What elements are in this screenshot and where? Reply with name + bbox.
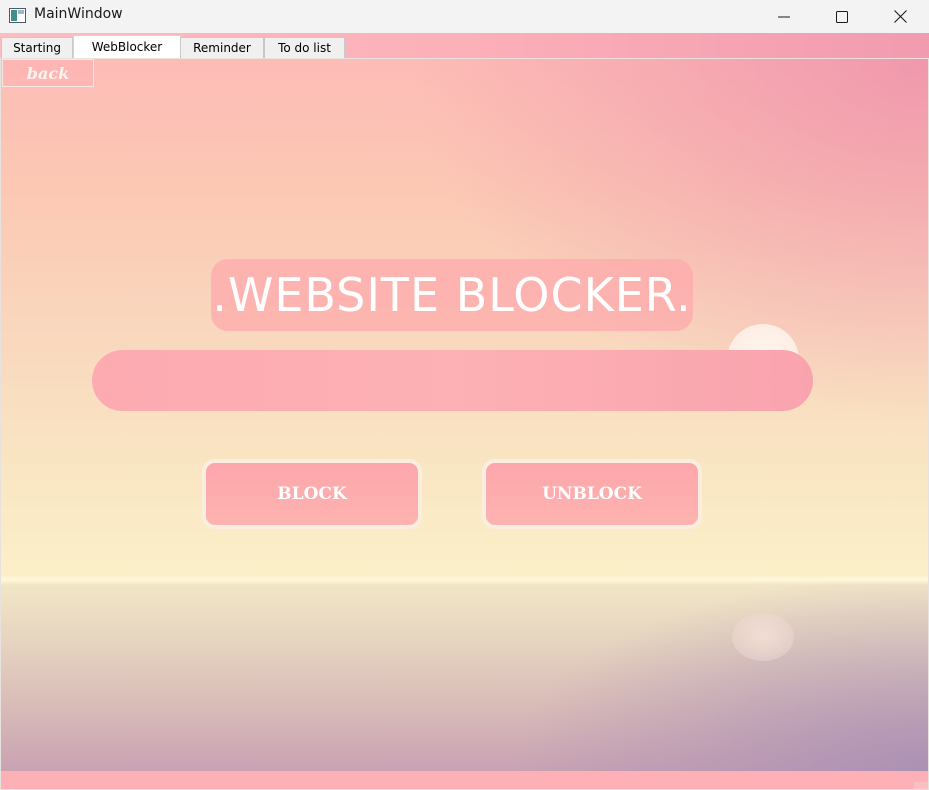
website-url-input[interactable] <box>92 350 813 411</box>
webblocker-page: back .WEBSITE BLOCKER. BLOCK UNBLOCK <box>0 58 929 790</box>
window-title: MainWindow <box>34 6 123 22</box>
app-window-icon <box>9 8 26 23</box>
back-button[interactable]: back <box>2 59 94 87</box>
minimize-button[interactable] <box>755 0 813 33</box>
horizon-glow <box>1 575 928 585</box>
tab-webblocker[interactable]: WebBlocker <box>73 35 181 58</box>
close-button[interactable] <box>871 0 929 33</box>
unblock-button[interactable]: UNBLOCK <box>482 459 702 529</box>
block-button[interactable]: BLOCK <box>202 459 422 529</box>
page-title: .WEBSITE BLOCKER. <box>211 259 693 331</box>
maximize-button[interactable] <box>813 0 871 33</box>
minimize-icon <box>778 16 790 17</box>
tab-to-do-list[interactable]: To do list <box>264 37 345 58</box>
sun-reflection-image <box>732 613 794 661</box>
size-grip[interactable] <box>914 782 928 789</box>
maximize-icon <box>836 10 848 23</box>
tab-reminder[interactable]: Reminder <box>180 37 264 58</box>
tab-starting[interactable]: Starting <box>1 37 73 58</box>
bottom-strip <box>1 771 928 789</box>
close-icon <box>893 10 907 23</box>
tab-bar: Starting WebBlocker Reminder To do list <box>0 33 929 58</box>
title-bar: MainWindow <box>0 0 929 33</box>
